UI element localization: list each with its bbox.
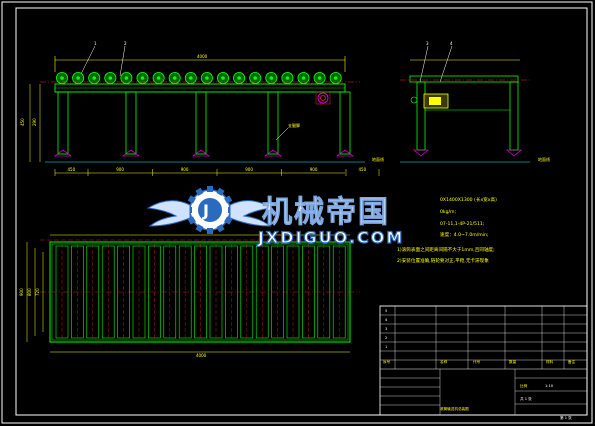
front-leg-group xyxy=(54,91,354,157)
roller-axle xyxy=(221,76,225,80)
roller-axle xyxy=(301,76,306,80)
front-leg xyxy=(339,91,351,155)
roller-axle xyxy=(60,76,64,80)
leg-foot xyxy=(192,149,210,157)
tb-row-index: 4 xyxy=(385,318,388,322)
tb-header-name: 名称 xyxy=(440,359,448,364)
plan-width-dim-3: 720 xyxy=(35,288,40,296)
note-line-6: 2)安装位置准确,链轮要对正,平稳,无卡滞现象 xyxy=(397,257,489,264)
roller-axle xyxy=(140,76,145,80)
tb-row-index: 1 xyxy=(385,345,387,349)
side-part-label-3: 3 xyxy=(426,41,429,46)
svg-text:J: J xyxy=(202,201,209,220)
leg-foot xyxy=(264,149,282,157)
front-part-label-1: 1 xyxy=(94,41,97,46)
front-bottom-dim: 900 xyxy=(181,167,189,172)
technical-notes: 0X1400X1300 (长x宽x高) 0kg/m; 07-11,1-4P-21… xyxy=(397,196,497,264)
roller-axle xyxy=(189,76,193,80)
front-leg xyxy=(195,91,207,155)
front-bottom-dim: 450 xyxy=(359,167,367,172)
note-line-4: 速度：4.0~7.0m/min; xyxy=(440,231,489,238)
tb-scale-value: 1:10 xyxy=(545,384,554,388)
front-leg xyxy=(125,91,137,155)
note-line-5: 1)滚筒表面之间距离间隔不大于1mm,且同轴度; xyxy=(397,246,495,253)
tb-row-index: 3 xyxy=(385,327,387,331)
roller-axle xyxy=(269,76,274,80)
tb-header-mat: 材料 xyxy=(546,359,554,364)
title-block: 序号 名称 代号 数量 材料 备注 5 4 3 2 1 滚筒输送机总装图 比例 1:10… xyxy=(379,305,588,420)
roller-axle xyxy=(172,76,177,80)
tb-row-index: 2 xyxy=(385,336,387,340)
roller-axle xyxy=(285,76,290,80)
watermark-brand-cn: 机械帝国 xyxy=(262,195,390,230)
roller-axle xyxy=(317,76,322,80)
plan-view: 900 800 720 4000 xyxy=(19,234,360,358)
plan-overall-length: 4000 xyxy=(196,353,207,358)
roller-axle xyxy=(333,76,338,80)
front-overall-length: 4000 xyxy=(197,54,208,59)
front-bottom-dim: 450 xyxy=(68,167,76,172)
tb-scale-label: 比例 xyxy=(520,383,528,388)
side-part-label-4: 4 xyxy=(450,41,453,46)
roller-axle xyxy=(156,76,161,80)
front-drive-motor xyxy=(315,91,331,105)
tb-sheet-label: 共 1 张 xyxy=(520,396,532,401)
cad-drawing-canvas: 4000 1 2 支腿脚 450 290 地面线 450 900 900 900… xyxy=(1,1,593,424)
roller-axle xyxy=(92,76,96,80)
roller-axle xyxy=(237,76,241,80)
watermark-logo: J xyxy=(146,186,274,234)
front-part-label-2: 2 xyxy=(124,41,127,46)
front-leg xyxy=(57,91,69,155)
roller-axle xyxy=(76,76,80,80)
side-ground-label: 地面线 xyxy=(538,156,550,162)
tb-header-code: 代号 xyxy=(473,359,481,364)
leg-foot xyxy=(54,149,72,157)
plan-width-dim-1: 900 xyxy=(19,288,24,296)
note-line-1: 0X1400X1300 (长x宽x高) xyxy=(440,196,497,203)
side-drive-motor xyxy=(410,93,449,109)
tb-sheet-no: 第 1 张 xyxy=(560,415,572,420)
tb-header-idx: 序号 xyxy=(383,359,391,364)
front-leg-label: 支腿脚 xyxy=(288,122,300,128)
front-height-dim-1: 450 xyxy=(20,118,25,126)
front-height-dim-2: 290 xyxy=(32,118,37,126)
side-view: 3 4 地面线 xyxy=(400,41,550,163)
tb-header-qty: 数量 xyxy=(509,359,517,364)
front-bottom-dimension-row: 450 900 900 900 900 450 xyxy=(54,167,380,176)
front-bottom-dim: 900 xyxy=(245,167,253,172)
front-view: 4000 1 2 支腿脚 450 290 地面线 450 900 900 900… xyxy=(20,41,384,176)
watermark-brand-en: JXDIGUO.COM xyxy=(257,228,404,247)
plan-width-dim-2: 800 xyxy=(27,288,32,296)
roller-axle xyxy=(124,76,129,80)
front-ground-label: 地面线 xyxy=(372,156,384,162)
roller-axle xyxy=(108,76,113,80)
roller-axle xyxy=(253,76,257,80)
leg-foot xyxy=(122,149,140,157)
tb-drawing-title: 滚筒输送机总装图 xyxy=(440,406,469,411)
note-line-2: 0kg/m; xyxy=(440,209,457,215)
tb-row-index: 5 xyxy=(385,309,387,313)
front-bottom-dim: 900 xyxy=(116,167,124,172)
leg-foot xyxy=(336,149,354,157)
note-line-3: 07-11,1-4P-21/511; xyxy=(440,221,485,227)
roller-axle xyxy=(205,76,209,80)
tb-header-note: 备注 xyxy=(568,359,576,364)
front-bottom-dim: 900 xyxy=(310,167,318,172)
front-leg xyxy=(267,91,279,155)
